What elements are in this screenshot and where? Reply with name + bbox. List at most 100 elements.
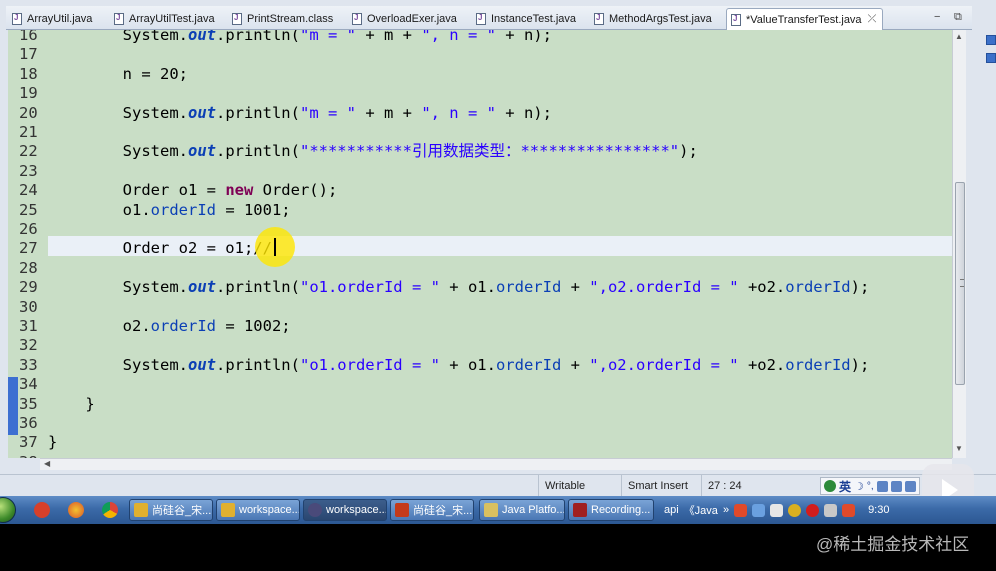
powerpoint-icon <box>395 503 409 517</box>
code-token: System. <box>48 142 188 161</box>
code-line: System.out.println("o1.orderId = " + o1.… <box>48 278 870 297</box>
input-method-bar[interactable]: 英 ☽ °, <box>820 477 920 495</box>
code-token: .println( <box>215 142 300 161</box>
line-number: 32 <box>19 336 38 355</box>
code-token: orderId <box>785 278 851 297</box>
taskbar-button[interactable]: 尚硅谷_宋... <box>390 499 474 521</box>
code-token: } <box>48 394 95 413</box>
code-line: System.out.println("o1.orderId = " + o1.… <box>48 355 870 375</box>
ime-logo-icon <box>824 480 836 492</box>
code-token: out <box>187 355 216 374</box>
tab-arrayutil[interactable]: ArrayUtil.java <box>8 8 92 30</box>
line-number: 17 <box>19 45 38 64</box>
line-number: 30 <box>19 297 38 316</box>
code-token: o2. <box>48 317 151 335</box>
code-token: = 1001; <box>215 200 291 219</box>
taskbar-button[interactable]: workspace... <box>216 499 300 521</box>
code-token: "o1.orderId = " <box>299 355 440 374</box>
tray-app-icon[interactable] <box>788 503 802 517</box>
code-token: + m + <box>355 30 422 44</box>
tab-instancetest[interactable]: InstanceTest.java <box>472 8 576 30</box>
half-width-icon[interactable]: ☽ <box>854 480 864 493</box>
code-token: n = 20; <box>48 64 188 83</box>
taskbar-button-label: 尚硅谷_宋... <box>413 505 473 517</box>
tab-label: ArrayUtil.java <box>27 13 93 25</box>
code-token: "m = " <box>299 30 356 44</box>
code-token: orderId <box>150 200 216 219</box>
tab-label: ArrayUtilTest.java <box>129 13 215 25</box>
task-list-icon[interactable] <box>986 53 996 63</box>
punctuation-icon[interactable]: °, <box>867 481 874 492</box>
ime-language[interactable]: 英 <box>839 478 851 495</box>
code-token: out <box>187 278 216 297</box>
maximize-icon[interactable]: ⧉ <box>954 11 962 24</box>
writable-status: Writable <box>538 475 620 497</box>
code-token: + n); <box>495 103 552 122</box>
code-editor[interactable]: 16 17 18 19 20 21 22 23 24 25 26 27 28 29 30 31 32 33 34 35… <box>8 30 964 458</box>
tab-methodargstest[interactable]: MethodArgsTest.java <box>590 8 712 30</box>
line-number: 31 <box>19 317 38 335</box>
code-token: "***********引用数据类型：****************" <box>299 142 680 161</box>
close-tab-icon[interactable]: ⤫ <box>868 13 877 26</box>
code-token: +o2. <box>738 355 786 374</box>
code-token: } <box>48 433 58 452</box>
tray-expand-icon[interactable]: » <box>723 504 729 516</box>
chrome-icon[interactable] <box>102 502 118 518</box>
tab-valuetransfertest[interactable]: *ValueTransferTest.java ⤫ <box>726 8 884 30</box>
code-token: orderId <box>495 355 562 374</box>
taskbar-button[interactable]: workspace... <box>303 499 387 521</box>
volume-icon[interactable] <box>770 503 784 517</box>
code-token: + o1. <box>439 278 496 297</box>
line-number: 27 <box>19 239 38 258</box>
code-token: + <box>561 355 590 374</box>
code-token: ",o2.orderId = " <box>589 278 739 297</box>
outline-icon[interactable] <box>986 35 996 45</box>
tab-overloadexer[interactable]: OverloadExer.java <box>348 8 457 30</box>
code-token: orderId <box>495 278 562 297</box>
keyboard-icon[interactable] <box>876 480 888 492</box>
app-launcher-icon[interactable] <box>68 502 84 518</box>
line-number: 36 <box>19 414 38 432</box>
tab-arrayutiltest[interactable]: ArrayUtilTest.java <box>110 8 215 30</box>
code-token: System. <box>48 278 188 297</box>
scrollbar-thumb[interactable] <box>955 182 965 385</box>
network-icon[interactable] <box>752 503 766 517</box>
tray-app-icon[interactable] <box>734 503 748 517</box>
vertical-scrollbar[interactable]: ▲ ▼ <box>952 30 966 458</box>
scroll-left-icon[interactable]: ◀ <box>44 459 50 468</box>
editor-tab-bar: ArrayUtil.java ArrayUtilTest.java PrintS… <box>6 6 972 30</box>
code-line: System.out.println("m = " + m + ", n = "… <box>48 30 552 45</box>
tray-app-icon[interactable] <box>824 503 838 517</box>
taskbar-button-label: 尚硅谷_宋... <box>152 505 212 517</box>
tray-app-icon[interactable] <box>842 503 856 517</box>
grip-icon <box>960 279 964 287</box>
clock[interactable]: 9:30 <box>868 504 889 516</box>
line-number: 23 <box>19 161 38 180</box>
app-launcher-icon[interactable] <box>34 502 50 518</box>
scroll-up-icon[interactable]: ▲ <box>955 32 963 41</box>
scroll-down-icon[interactable]: ▼ <box>955 444 963 453</box>
code-token: ); <box>679 142 698 161</box>
taskbar-button[interactable]: Java Platfo... <box>479 499 565 521</box>
settings-icon[interactable] <box>904 480 916 492</box>
code-token: .println( <box>215 30 300 44</box>
taskbar-button-label: Java Platfo... <box>502 504 565 516</box>
start-button[interactable] <box>0 497 16 523</box>
code-token: out <box>187 30 216 44</box>
tab-printstream[interactable]: PrintStream.class <box>228 8 333 30</box>
taskbar-button[interactable]: Recording... <box>568 499 654 521</box>
code-token: Order o2 = o1;// <box>48 239 272 258</box>
record-icon[interactable] <box>806 503 820 517</box>
code-token: "m = " <box>299 103 356 122</box>
code-token: orderId <box>785 355 851 374</box>
minimize-icon[interactable]: − <box>934 11 940 23</box>
user-icon[interactable] <box>890 480 902 492</box>
horizontal-scrollbar[interactable]: ◀ <box>40 458 952 470</box>
java-file-icon <box>476 13 486 25</box>
java-file-icon <box>114 13 124 25</box>
code-token: + m + <box>355 103 422 122</box>
code-token: orderId <box>150 317 216 335</box>
code-token: = 1002; <box>215 317 291 335</box>
taskbar-button[interactable]: 尚硅谷_宋... <box>129 499 213 521</box>
code-text-area[interactable]: System.out.println("m = " + m + ", n = "… <box>48 30 952 458</box>
